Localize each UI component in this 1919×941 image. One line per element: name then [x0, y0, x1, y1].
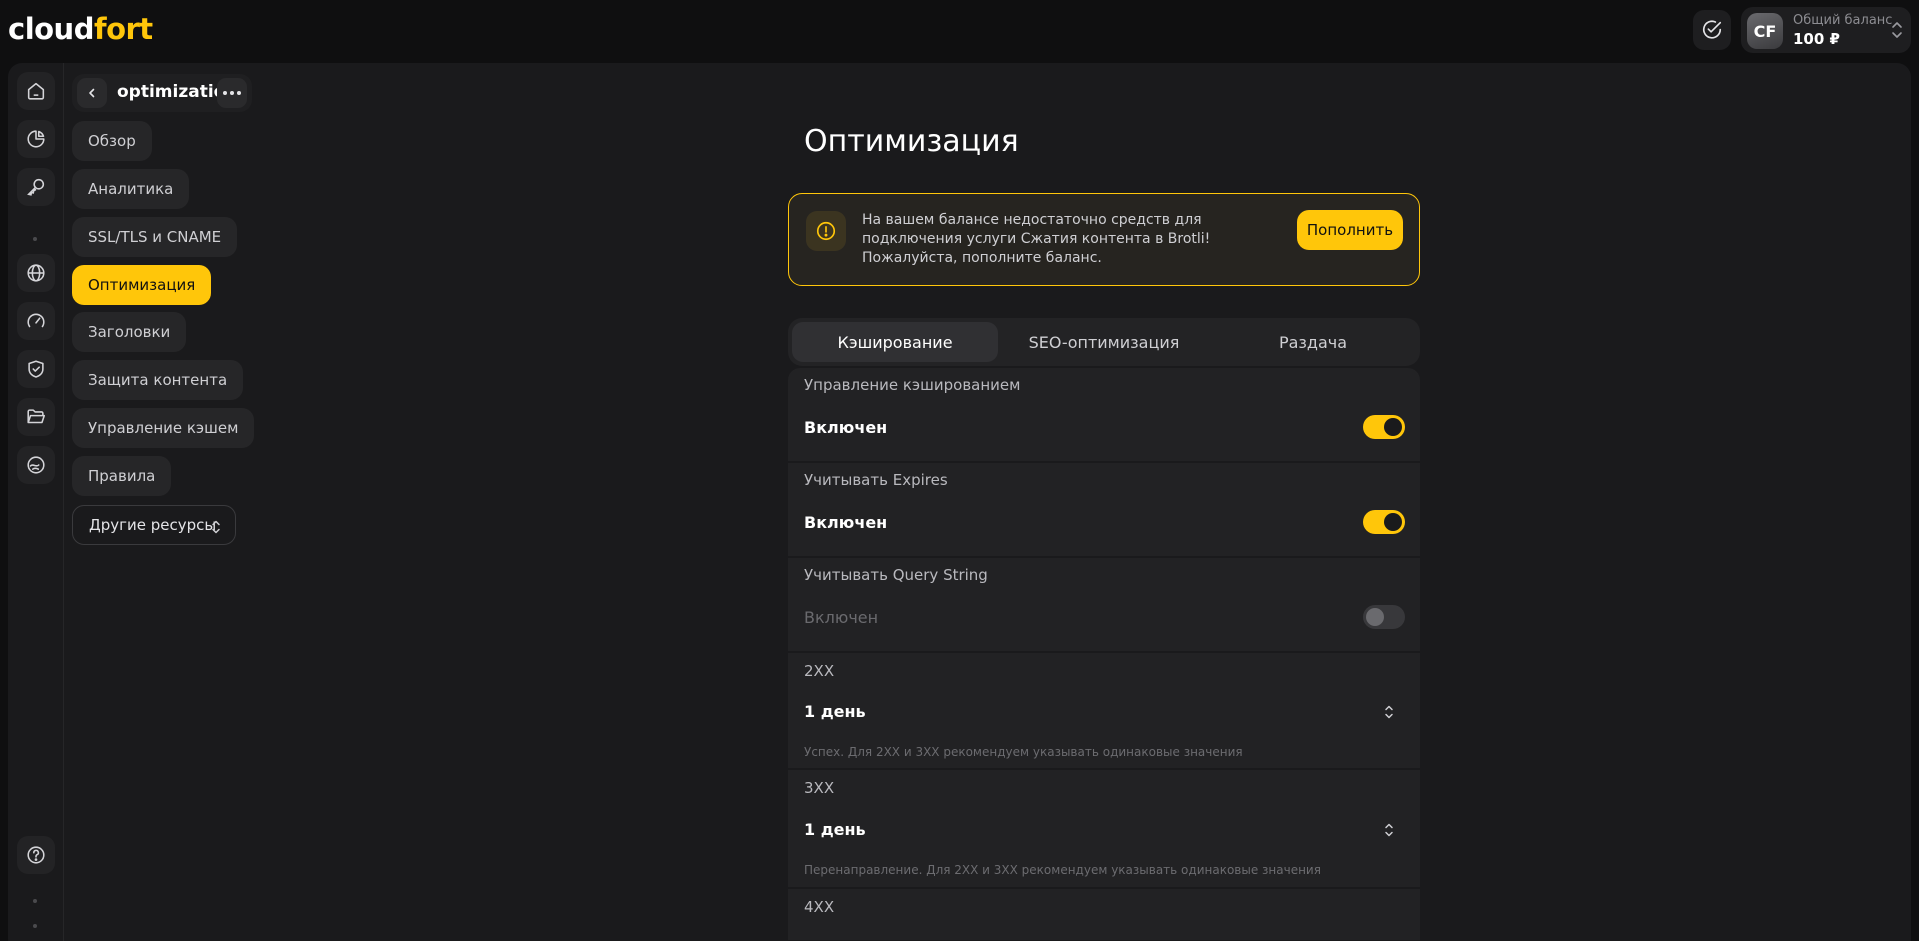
tab-seo-optimization[interactable]: SEO-оптимизация: [1001, 322, 1207, 362]
alert-message: На вашем балансе недостаточно средств дл…: [862, 212, 1211, 266]
chevron-left-icon: [89, 88, 95, 98]
cache-control-toggle[interactable]: [1363, 415, 1405, 439]
setting-value: Включен: [804, 608, 879, 627]
setting-2xx[interactable]: 2XX 1 день Успех. Для 2XX и 3XX рекоменд…: [788, 653, 1420, 769]
setting-3xx[interactable]: 3XX 1 день Перенаправление. Для 2XX и 3X…: [788, 770, 1420, 888]
more-horizontal-icon: [223, 91, 241, 95]
shield-check-icon: [28, 360, 44, 378]
account-balance-switcher[interactable]: CF Общий баланс 100 ₽: [1741, 7, 1911, 53]
setting-label: Учитывать Expires: [804, 471, 948, 489]
hosting-icon-button[interactable]: [17, 446, 55, 484]
setting-label: Учитывать Query String: [804, 566, 988, 584]
chevron-updown-icon: [212, 520, 220, 534]
setting-respect-expires: Учитывать Expires Включен: [788, 463, 1420, 557]
logo-part-cloud: cloud: [8, 12, 94, 46]
globe-icon: [27, 264, 45, 282]
tasks-check-button[interactable]: [1693, 10, 1731, 50]
rail-separator: [33, 924, 37, 928]
more-options-button[interactable]: [217, 78, 247, 108]
other-resources-select[interactable]: Другие ресурсы: [72, 505, 236, 545]
cloudfort-logo[interactable]: cloudfort: [8, 12, 153, 46]
other-resources-label: Другие ресурсы: [89, 516, 217, 534]
speedometer-icon-button[interactable]: [17, 302, 55, 340]
home-icon-button[interactable]: [17, 72, 55, 110]
setting-label: Управление кэшированием: [804, 376, 1021, 394]
setting-value: Включен: [804, 513, 888, 532]
setting-query-string: Учитывать Query String Включен: [788, 558, 1420, 652]
setting-value: Включен: [804, 418, 888, 437]
setting-3xx-value: 1 день: [804, 820, 866, 839]
nav-item-headers[interactable]: Заголовки: [72, 312, 187, 352]
balance-value: 100 ₽: [1793, 30, 1840, 48]
home-icon: [27, 82, 45, 100]
rail-separator: [33, 899, 37, 903]
nav-item-rules[interactable]: Правила: [72, 456, 172, 496]
folder-icon: [27, 409, 46, 424]
top-bar: cloudfort CF Общий баланс 100 ₽: [0, 0, 1919, 62]
tab-caching[interactable]: Кэширование: [792, 322, 998, 362]
nav-item-cache-management[interactable]: Управление кэшем: [72, 408, 255, 448]
nav-item-optimization[interactable]: Оптимизация: [72, 265, 212, 305]
setting-hint: Успех. Для 2XX и 3XX рекомендуем указыва…: [804, 745, 1243, 759]
hosting-icon: [27, 456, 45, 474]
tab-delivery[interactable]: Раздача: [1210, 322, 1416, 362]
insufficient-balance-alert: На вашем балансе недостаточно средств дл…: [788, 193, 1420, 286]
check-circle-icon: [1702, 20, 1722, 39]
balance-label: Общий баланс: [1793, 13, 1893, 28]
key-icon: [27, 178, 45, 196]
analytics-icon-button[interactable]: [17, 120, 55, 158]
warning-circle-icon: [816, 221, 836, 241]
avatar: CF: [1747, 13, 1783, 49]
top-up-button[interactable]: Пополнить: [1297, 210, 1403, 250]
setting-label: 2XX: [804, 662, 835, 680]
rail-separator: [33, 237, 37, 241]
setting-label: 3XX: [804, 779, 835, 797]
analytics-icon: [27, 130, 45, 148]
setting-cache-control: Управление кэшированием Включен: [788, 368, 1420, 462]
setting-label: 4XX: [804, 898, 835, 916]
setting-hint: Перенаправление. Для 2XX и 3XX рекоменду…: [804, 863, 1321, 877]
chevron-updown-icon: [1892, 22, 1902, 38]
warning-icon-box: [806, 211, 846, 251]
nav-item-ssl-cname[interactable]: SSL/TLS и CNAME: [72, 217, 238, 257]
nav-item-overview[interactable]: Обзор: [72, 121, 152, 161]
help-icon-button[interactable]: [17, 836, 55, 874]
folder-icon-button[interactable]: [17, 398, 55, 436]
respect-expires-toggle[interactable]: [1363, 510, 1405, 534]
help-icon: [27, 846, 45, 864]
logo-part-fort: fort: [93, 12, 153, 46]
chevron-updown-icon: [1385, 705, 1393, 719]
nav-item-analytics[interactable]: Аналитика: [72, 169, 190, 209]
speedometer-icon: [27, 313, 45, 328]
back-button[interactable]: [77, 78, 107, 108]
globe-icon-button[interactable]: [17, 254, 55, 292]
key-icon-button[interactable]: [17, 168, 55, 206]
optimization-tabs: Кэширование SEO-оптимизация Раздача: [788, 318, 1420, 366]
icon-rail: [8, 63, 64, 941]
resource-header: optimization: [72, 74, 252, 112]
setting-2xx-value: 1 день: [804, 702, 866, 721]
page-title: Оптимизация: [804, 124, 1019, 159]
query-string-toggle[interactable]: [1363, 605, 1405, 629]
shield-check-icon-button[interactable]: [17, 350, 55, 388]
nav-item-content-protection[interactable]: Защита контента: [72, 360, 244, 400]
chevron-updown-icon: [1385, 823, 1393, 837]
setting-4xx[interactable]: 4XX: [788, 889, 1420, 941]
